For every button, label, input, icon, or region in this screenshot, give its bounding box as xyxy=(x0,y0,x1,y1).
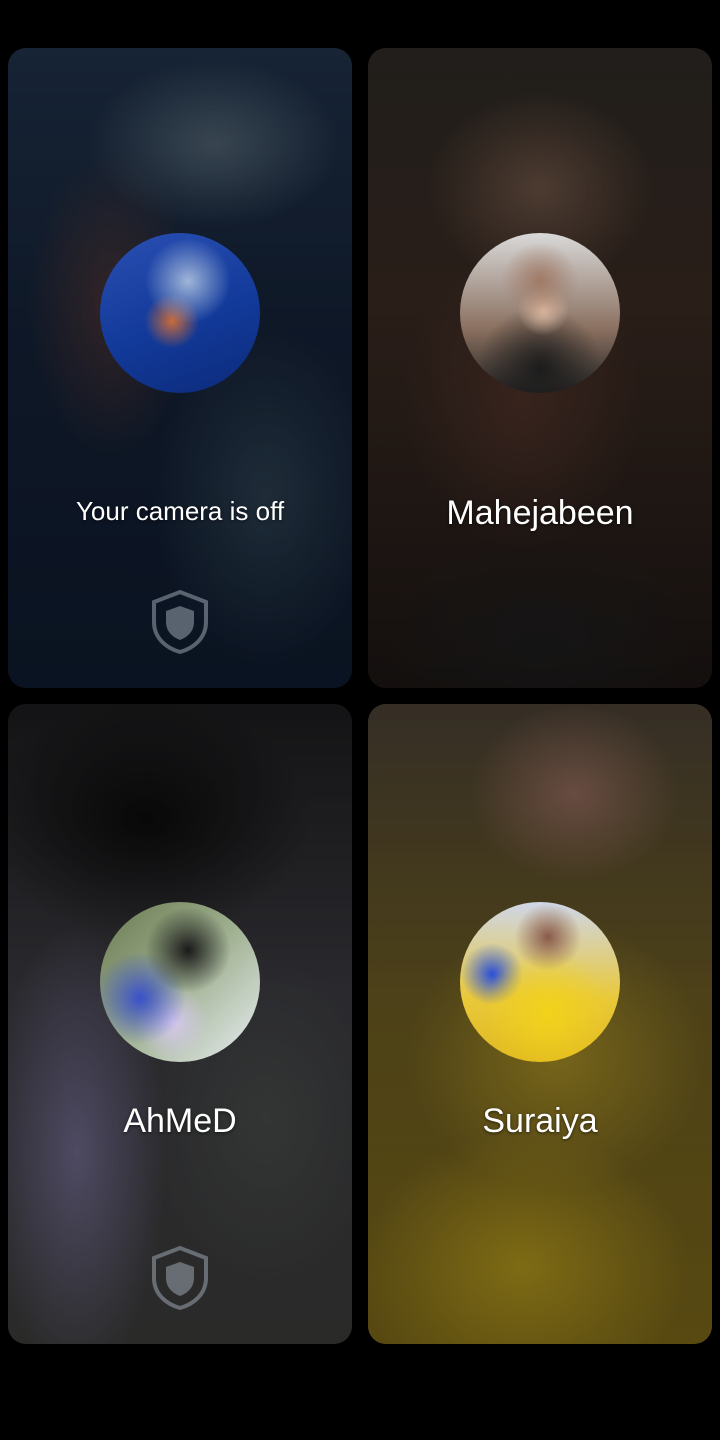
participant-tile-mahejabeen[interactable]: Mahejabeen xyxy=(368,48,712,688)
participant-name: Mahejabeen xyxy=(446,494,634,532)
participant-avatar xyxy=(460,902,620,1062)
shield-icon xyxy=(148,588,212,656)
participant-tile-self[interactable]: Your camera is off xyxy=(8,48,352,688)
participant-name: Suraiya xyxy=(482,1102,598,1140)
participant-tile-ahmed[interactable]: AhMeD xyxy=(8,704,352,1344)
shield-icon xyxy=(148,1244,212,1312)
participant-name: AhMeD xyxy=(123,1102,237,1140)
participant-avatar xyxy=(100,902,260,1062)
participant-avatar xyxy=(460,233,620,393)
video-call-grid: Your camera is off Mahejabeen AhMeD Sura… xyxy=(0,0,720,1440)
camera-off-label: Your camera is off xyxy=(75,496,285,526)
self-avatar xyxy=(100,233,260,393)
participant-tile-suraiya[interactable]: Suraiya xyxy=(368,704,712,1344)
